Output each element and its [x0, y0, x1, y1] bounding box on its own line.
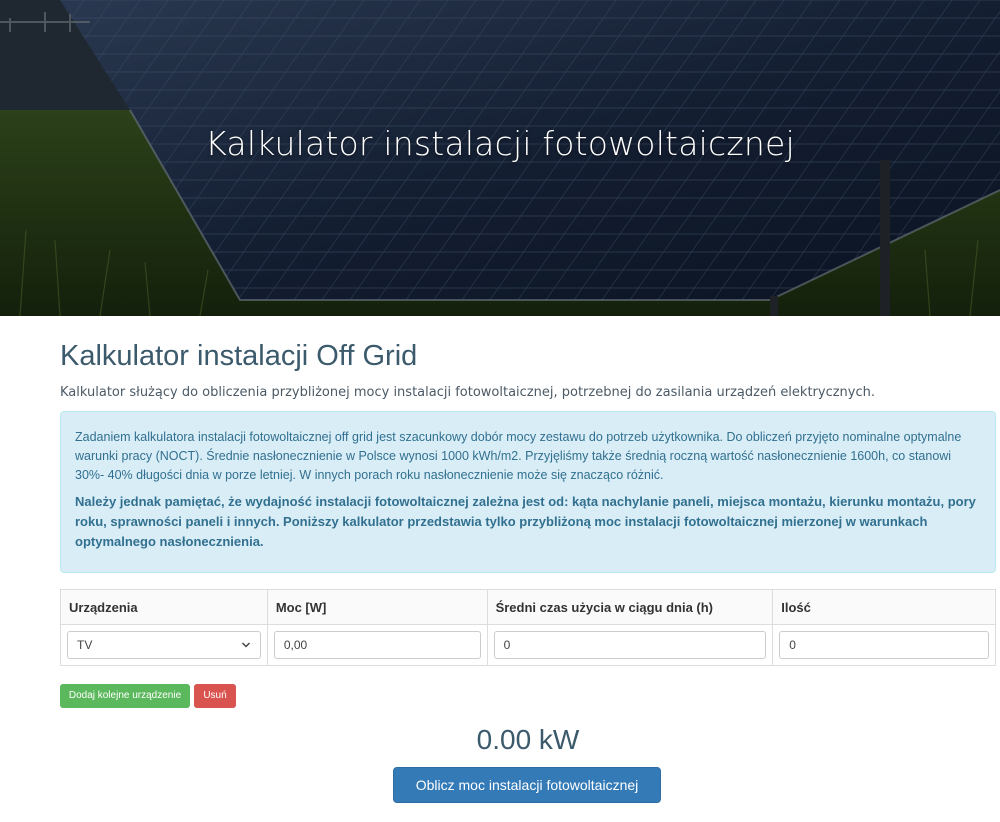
info-alert: Zadaniem kalkulatora instalacji fotowolt… — [60, 411, 996, 573]
hours-input[interactable]: 0 — [493, 631, 767, 659]
header-quantity: Ilość — [772, 589, 996, 625]
table-row: TV 0,00 0 0 — [60, 624, 996, 666]
result-value: 0.00 kW — [476, 724, 580, 755]
devices-table: Urządzenia Moc [W] Średni czas użycia w … — [60, 589, 996, 666]
quantity-input-value: 0 — [789, 638, 796, 652]
power-input-value: 0,00 — [283, 638, 308, 652]
device-select[interactable]: TV — [67, 631, 261, 659]
device-select-value: TV — [77, 638, 93, 652]
quantity-cell: 0 — [772, 624, 996, 666]
hours-cell: 0 — [486, 624, 774, 666]
hours-input-value: 0 — [503, 638, 511, 652]
header-power: Moc [W] — [266, 589, 488, 625]
info-warning: Należy jednak pamiętać, że wydajność ins… — [75, 494, 976, 549]
power-input[interactable]: 0,00 — [273, 631, 481, 659]
quantity-input[interactable]: 0 — [779, 631, 989, 659]
hero-banner: Kalkulator instalacji fotowoltaicznej — [0, 0, 1000, 316]
hero-title: Kalkulator instalacji fotowoltaicznej — [205, 124, 795, 163]
header-device: Urządzenia — [60, 589, 268, 625]
page-subtitle: Kalkulator służący do obliczenia przybli… — [60, 385, 876, 400]
info-paragraph: Zadaniem kalkulatora instalacji fotowolt… — [75, 430, 962, 482]
page-title: Kalkulator instalacji Off Grid — [60, 340, 418, 372]
device-cell: TV — [60, 624, 268, 666]
add-device-button[interactable]: Dodaj kolejne urządzenie — [60, 684, 190, 708]
chevron-down-icon — [241, 642, 250, 648]
calculate-button[interactable]: Oblicz moc instalacji fotowoltaicznej — [393, 767, 661, 803]
power-cell: 0,00 — [266, 624, 488, 666]
table-header-row: Urządzenia Moc [W] Średni czas użycia w … — [60, 589, 996, 625]
remove-device-button[interactable]: Usuń — [194, 684, 236, 708]
header-hours: Średni czas użycia w ciągu dnia (h) — [486, 589, 774, 625]
